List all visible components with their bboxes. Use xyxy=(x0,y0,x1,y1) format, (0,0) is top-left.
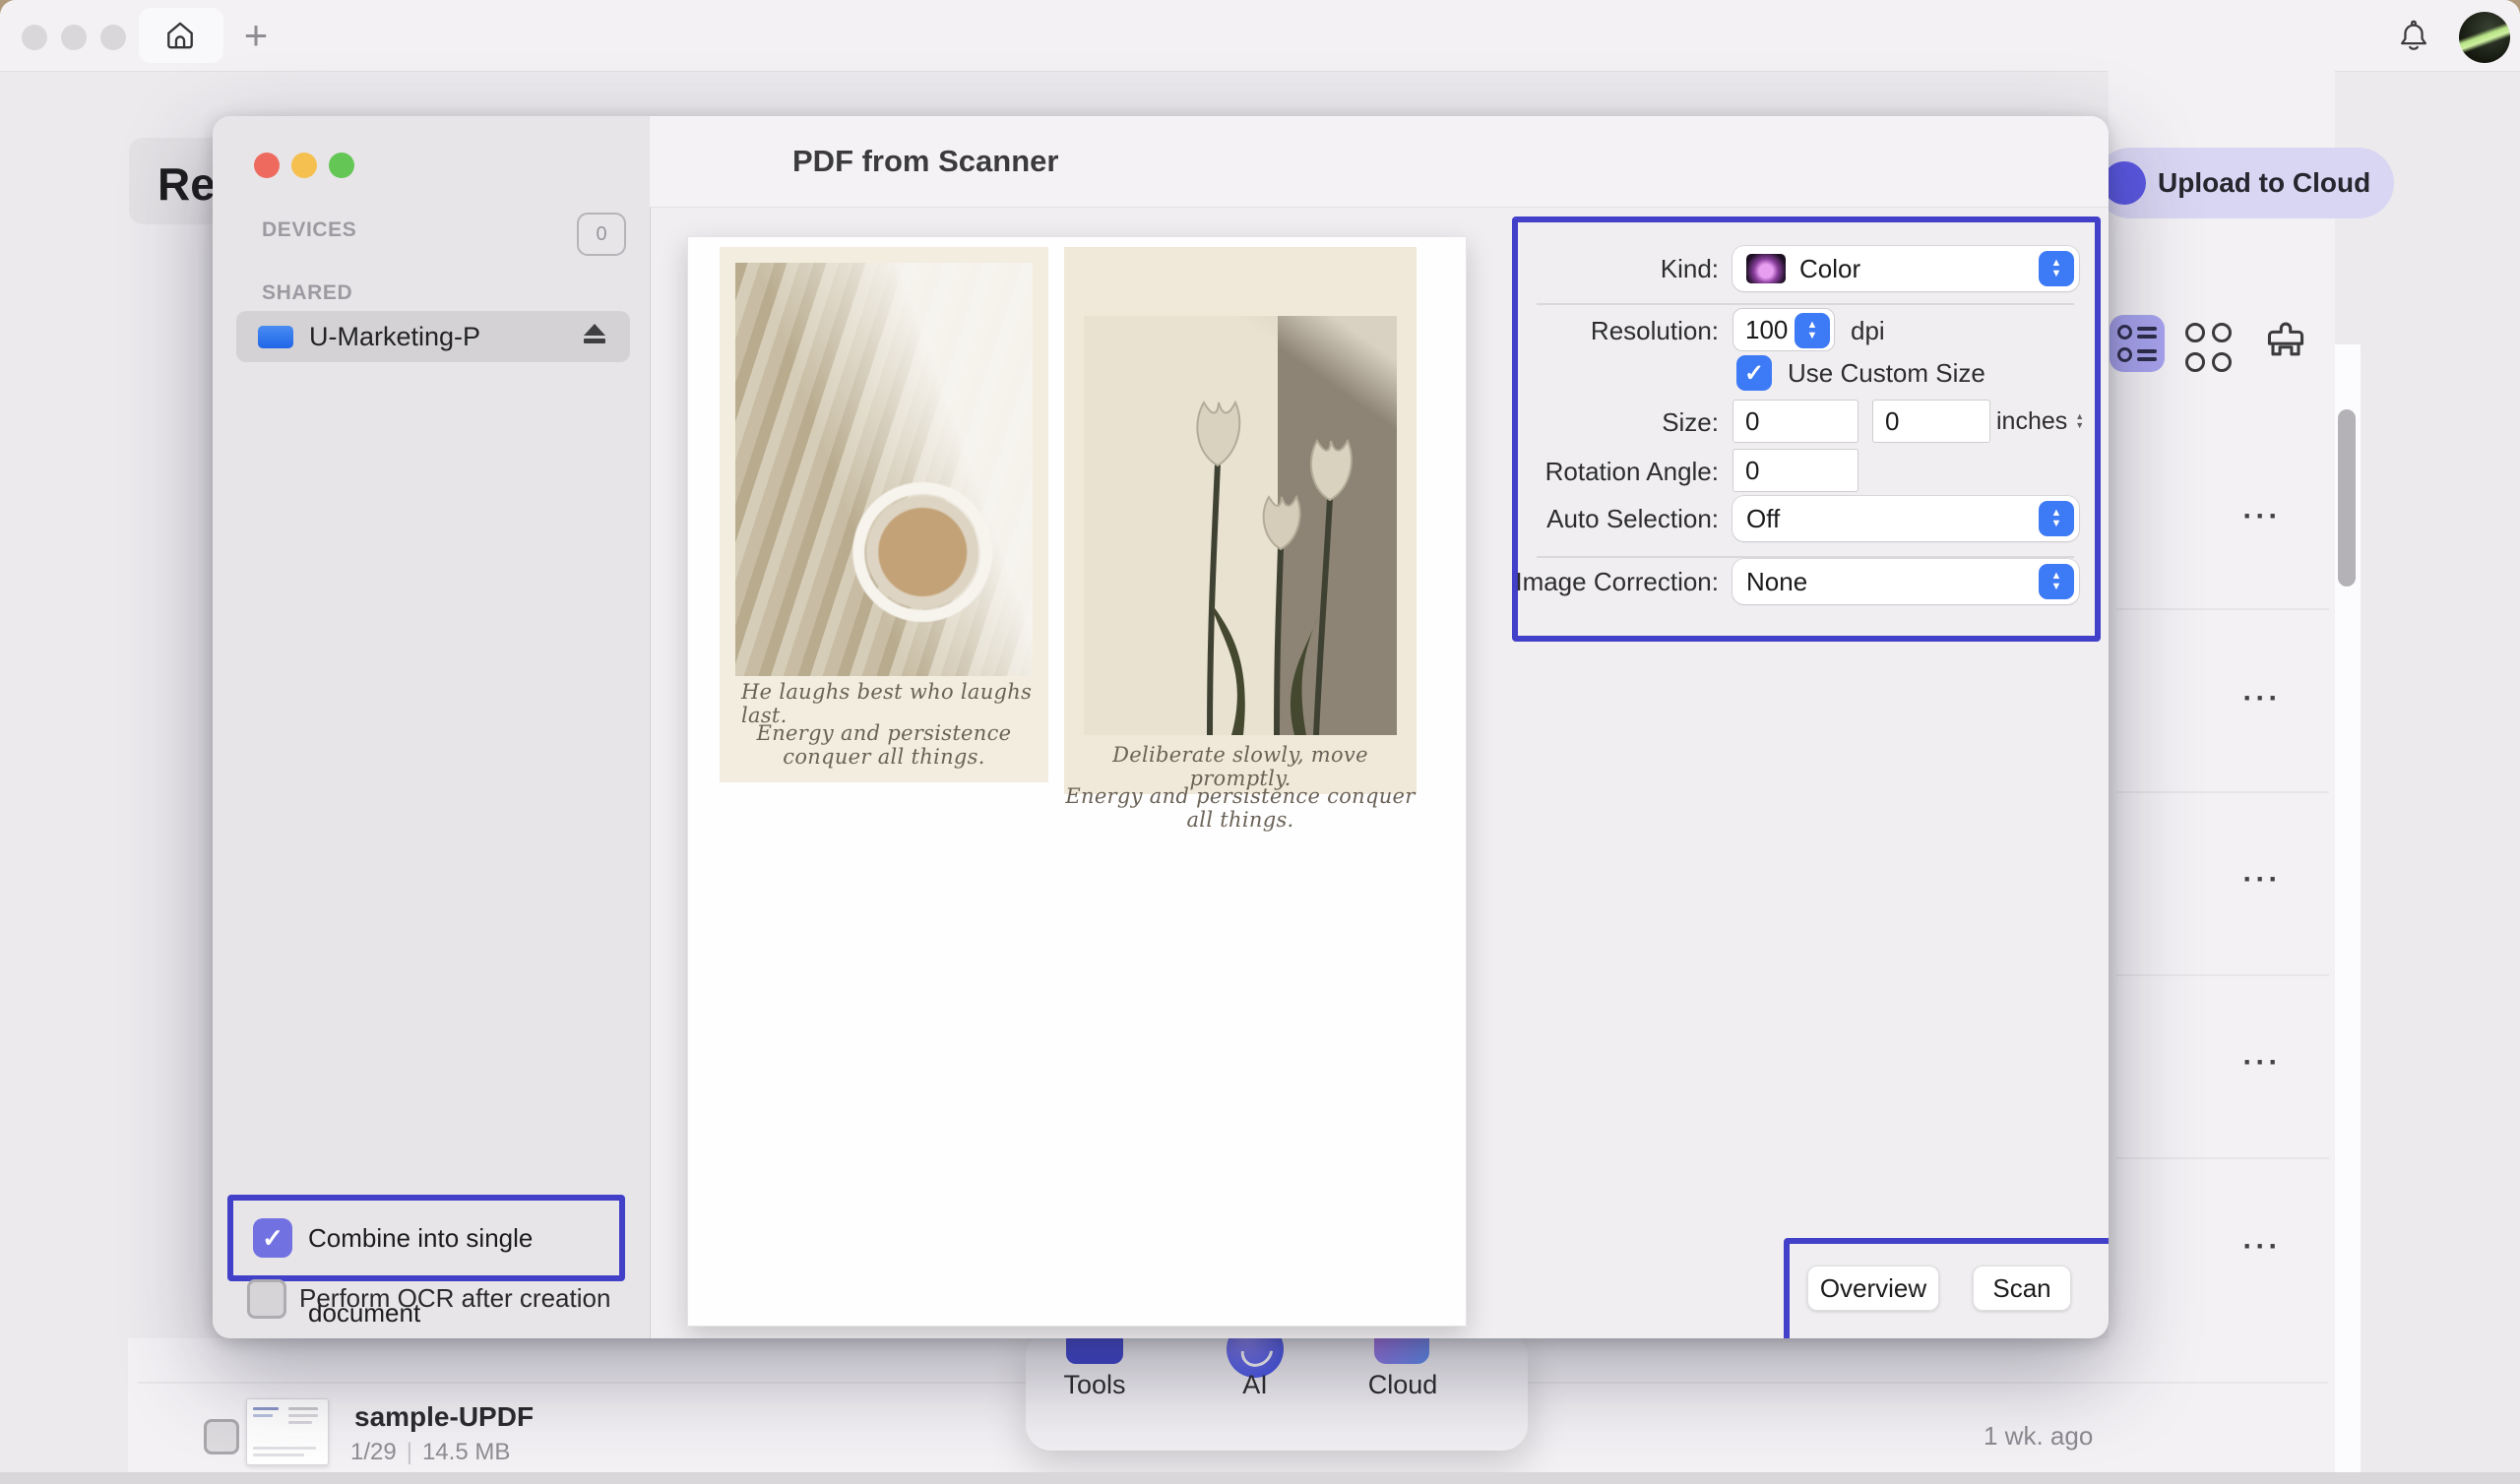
file-thumbnail[interactable] xyxy=(246,1398,329,1465)
ocr-checkbox[interactable] xyxy=(247,1279,286,1319)
resolution-unit: dpi xyxy=(1851,316,1929,346)
kind-dropdown[interactable]: Color ▲▼ xyxy=(1732,246,2079,291)
dialog-minimize-button[interactable] xyxy=(291,153,317,178)
dialog-close-button[interactable] xyxy=(254,153,280,178)
rotation-field[interactable]: 0 xyxy=(1732,449,1858,492)
overview-button[interactable]: Overview xyxy=(1807,1266,1939,1311)
dock-item-tools[interactable]: Tools xyxy=(1043,1370,1146,1400)
window-zoom-button[interactable] xyxy=(100,25,126,50)
combine-highlight-box: ✓ Combine into single document xyxy=(227,1195,625,1281)
size-width-field[interactable]: 0 xyxy=(1732,400,1858,443)
file-pages: 1/29 xyxy=(350,1439,397,1466)
combine-checkbox[interactable]: ✓ xyxy=(253,1218,292,1258)
resolution-field[interactable]: 100 ▲▼ xyxy=(1732,308,1835,351)
stepper-icon[interactable]: ▲▼ xyxy=(1795,313,1830,348)
list-row-divider xyxy=(2116,791,2329,793)
settings-divider xyxy=(1537,556,2074,558)
scan-preview-page: He laughs best who laughs last. Energy a… xyxy=(687,236,1467,1327)
scanned-card-1: He laughs best who laughs last. Energy a… xyxy=(720,247,1048,782)
row-more-button[interactable]: ··· xyxy=(2223,858,2301,901)
file-size: 14.5 MB xyxy=(422,1439,510,1466)
file-select-checkbox[interactable] xyxy=(204,1419,239,1454)
file-meta: 1/29 | 14.5 MB xyxy=(350,1439,510,1466)
size-unit-value: inches xyxy=(1996,407,2067,436)
use-custom-size-checkbox[interactable]: ✓ xyxy=(1736,355,1772,391)
window-minimize-button[interactable] xyxy=(61,25,87,50)
device-name: U-Marketing-P xyxy=(309,311,480,362)
size-unit-select[interactable]: inches ▲▼ xyxy=(1996,400,2084,443)
row-more-button[interactable]: ··· xyxy=(2223,495,2301,538)
card1-caption-line2: Energy and persistence conquer all thing… xyxy=(720,721,1048,769)
window-bottom-edge xyxy=(0,1472,2520,1484)
list-row-divider xyxy=(2116,974,2329,976)
resolution-label: Resolution: xyxy=(1187,316,1719,346)
action-buttons-highlight-box: Overview Scan xyxy=(1784,1238,2109,1338)
scrollbar-thumb[interactable] xyxy=(2338,409,2356,587)
settings-divider xyxy=(1537,303,2074,305)
dialog-zoom-button[interactable] xyxy=(329,153,354,178)
app-window: + ··· ··· ··· ··· ··· ··· Rec Upload to … xyxy=(0,0,2520,1484)
clean-up-button[interactable] xyxy=(2260,315,2311,370)
auto-selection-dropdown[interactable]: Off ▲▼ xyxy=(1732,496,2079,541)
size-height-field[interactable]: 0 xyxy=(1872,400,1990,443)
list-view-button[interactable] xyxy=(2110,315,2165,372)
card1-caption-line1: He laughs best who laughs last. xyxy=(720,680,1048,727)
card2-caption-line1: Deliberate slowly, move promptly. xyxy=(1064,743,1417,790)
stepper-icon[interactable]: ▲▼ xyxy=(2039,564,2074,599)
scanner-device-icon xyxy=(258,326,293,348)
list-view-icon xyxy=(2110,315,2165,372)
brush-icon xyxy=(2260,315,2311,370)
new-tab-button[interactable]: + xyxy=(234,14,278,57)
row-more-button[interactable]: ··· xyxy=(2223,677,2301,720)
scanner-sidebar: DEVICES 0 SHARED U-Marketing-P ✓ Combine… xyxy=(213,116,651,1338)
size-label: Size: xyxy=(1187,407,1719,438)
grid-view-button[interactable] xyxy=(2185,323,2231,368)
scan-button[interactable]: Scan xyxy=(1973,1266,2071,1311)
notifications-bell-icon[interactable] xyxy=(2395,18,2432,55)
dock-item-cloud[interactable]: Cloud xyxy=(1360,1370,1445,1400)
kind-label: Kind: xyxy=(1187,254,1719,284)
file-meta-separator: | xyxy=(407,1439,412,1466)
resolution-value: 100 xyxy=(1745,315,1788,344)
row-more-button[interactable]: ··· xyxy=(2223,1041,2301,1084)
combine-checkbox-label: Combine into single document xyxy=(308,1201,619,1275)
upload-to-cloud-button[interactable]: Upload to Cloud xyxy=(2095,148,2394,218)
stepper-icon[interactable]: ▲▼ xyxy=(2039,251,2074,286)
image-correction-label: Image Correction: xyxy=(1187,567,1719,597)
pampas-coffee-photo xyxy=(735,263,1033,676)
row-more-button[interactable]: ··· xyxy=(2223,1225,2301,1268)
file-modified-time: 1 wk. ago xyxy=(1984,1421,2093,1452)
devices-section-label: DEVICES xyxy=(262,218,356,242)
use-custom-size-label: Use Custom Size xyxy=(1788,355,1985,391)
card2-caption-line2: Energy and persistence conquer all thing… xyxy=(1064,784,1417,832)
kind-value: Color xyxy=(1799,254,1860,284)
cloud-upload-icon xyxy=(2103,161,2146,205)
stepper-icon[interactable]: ▲▼ xyxy=(2039,501,2074,536)
list-row-divider xyxy=(2116,1157,2329,1159)
list-row-divider xyxy=(2116,608,2329,610)
pdf-from-scanner-dialog: DEVICES 0 SHARED U-Marketing-P ✓ Combine… xyxy=(213,116,2109,1338)
browser-topbar: + xyxy=(0,0,2520,72)
color-preview-thumbnail-icon xyxy=(1746,254,1786,283)
grid-view-icon xyxy=(2185,323,2231,372)
dock-item-ai[interactable]: AI xyxy=(1221,1370,1290,1400)
dialog-title: PDF from Scanner xyxy=(792,144,1058,179)
window-close-button[interactable] xyxy=(22,25,47,50)
file-name[interactable]: sample-UPDF xyxy=(354,1401,534,1433)
auto-selection-value: Off xyxy=(1746,504,1780,534)
shared-device-row[interactable]: U-Marketing-P xyxy=(236,311,630,362)
rotation-label: Rotation Angle: xyxy=(1187,457,1719,487)
user-avatar[interactable] xyxy=(2459,12,2510,63)
image-correction-dropdown[interactable]: None ▲▼ xyxy=(1732,559,2079,604)
image-correction-value: None xyxy=(1746,567,1807,597)
auto-selection-label: Auto Selection: xyxy=(1187,504,1719,534)
ocr-checkbox-label: Perform OCR after creation xyxy=(299,1279,610,1319)
shared-section-label: SHARED xyxy=(262,281,352,305)
home-icon[interactable] xyxy=(162,18,198,53)
eject-icon[interactable] xyxy=(583,324,606,343)
unit-stepper-icon: ▲▼ xyxy=(2075,412,2084,430)
devices-count-badge: 0 xyxy=(577,213,626,256)
